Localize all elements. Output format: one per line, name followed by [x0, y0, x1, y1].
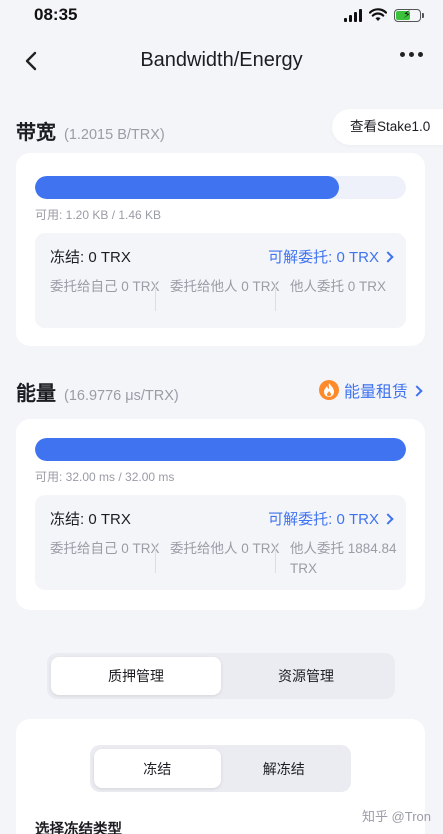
tab-unfreeze[interactable]: 解冻结: [221, 749, 348, 788]
bandwidth-details: 冻结: 0 TRX 可解委托: 0 TRX 委托给自己 0 TRX 委托给他人 …: [35, 233, 406, 328]
bandwidth-delegated-to-others: 委托给他人 0 TRX: [170, 279, 280, 294]
bandwidth-undelegate-link[interactable]: 可解委托: 0 TRX: [268, 246, 394, 267]
battery-charging-icon: ⚡: [394, 8, 424, 22]
bandwidth-undelegate-label: 可解委托: 0 TRX: [268, 249, 379, 266]
energy-progress-fill: [35, 438, 406, 461]
bandwidth-delegated-by-others: 他人委托 0 TRX: [290, 279, 387, 294]
tab-freeze[interactable]: 冻结: [94, 749, 221, 788]
freeze-tab-switch: 冻结 解冻结: [90, 745, 351, 792]
chevron-right-icon: [382, 251, 394, 263]
chevron-right-icon: [382, 513, 394, 525]
energy-undelegate-link[interactable]: 可解委托: 0 TRX: [268, 508, 394, 529]
energy-delegated-to-self: 委托给自己 0 TRX: [50, 541, 160, 556]
energy-header: 能量 (16.9776 μs/TRX): [16, 377, 179, 405]
tab-staking-management[interactable]: 质押管理: [51, 657, 221, 695]
wifi-icon: [369, 8, 387, 21]
energy-undelegate-label: 可解委托: 0 TRX: [268, 511, 379, 528]
nav-bar: Bandwidth/Energy: [0, 38, 443, 84]
energy-card: 可用: 32.00 ms / 32.00 ms 冻结: 0 TRX 可解委托: …: [16, 419, 425, 610]
energy-delegated-by-others: 他人委托 1884.84 TRX: [290, 541, 397, 576]
bandwidth-title: 带宽: [16, 122, 56, 144]
divider: [275, 545, 276, 573]
energy-delegated-to-others: 委托给他人 0 TRX: [170, 541, 280, 556]
energy-rental-link[interactable]: 能量租赁: [318, 378, 423, 402]
divider: [275, 283, 276, 311]
status-bar: 08:35 ⚡: [0, 0, 443, 32]
status-time: 08:35: [34, 5, 78, 24]
divider: [155, 545, 156, 573]
energy-frozen: 冻结: 0 TRX: [50, 511, 131, 528]
bandwidth-delegated-to-self: 委托给自己 0 TRX: [50, 279, 160, 294]
bandwidth-progress-bar: [35, 176, 406, 199]
bandwidth-progress-fill: [35, 176, 340, 199]
chevron-right-icon: [411, 384, 423, 397]
energy-details: 冻结: 0 TRX 可解委托: 0 TRX 委托给自己 0 TRX 委托给他人 …: [35, 495, 406, 590]
energy-title: 能量: [16, 383, 56, 405]
bandwidth-available: 可用: 1.20 KB / 1.46 KB: [35, 208, 162, 222]
bandwidth-card: 可用: 1.20 KB / 1.46 KB 冻结: 0 TRX 可解委托: 0 …: [16, 153, 425, 346]
watermark: 知乎 @Tron: [361, 809, 431, 824]
more-icon[interactable]: [400, 52, 423, 57]
energy-available: 可用: 32.00 ms / 32.00 ms: [35, 470, 175, 484]
tab-resource-management[interactable]: 资源管理: [221, 657, 391, 695]
bandwidth-rate: (1.2015 B/TRX): [64, 127, 165, 143]
bandwidth-header: 带宽 (1.2015 B/TRX): [16, 116, 165, 144]
main-tab-switch: 质押管理 资源管理: [47, 653, 395, 699]
energy-rental-label: 能量租赁: [343, 384, 408, 401]
page-title: Bandwidth/Energy: [140, 49, 303, 71]
freeze-type-label: 选择冻结类型: [35, 822, 122, 834]
energy-rate: (16.9776 μs/TRX): [64, 388, 179, 404]
bandwidth-frozen: 冻结: 0 TRX: [50, 249, 131, 266]
energy-progress-bar: [35, 438, 406, 461]
flame-icon: [318, 380, 339, 400]
stake-v1-button[interactable]: 查看Stake1.0: [332, 109, 443, 145]
divider: [155, 283, 156, 311]
signal-icon: [344, 8, 362, 22]
